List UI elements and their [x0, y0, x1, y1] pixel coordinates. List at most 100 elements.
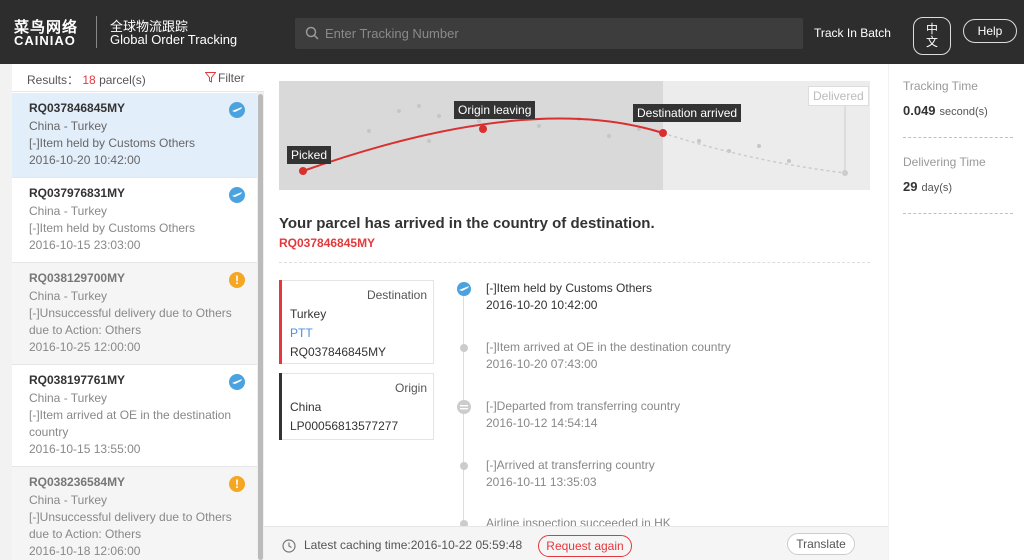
parcel-id: RQ038236584MY — [29, 475, 126, 489]
parcel-list-panel: Results： 18 parcel(s) Filter RQ037846845… — [12, 64, 264, 560]
timeline-dot — [460, 344, 468, 352]
plane-icon — [229, 102, 245, 118]
plane-icon — [229, 187, 245, 203]
destination-arrived-tag: Destination arrived — [633, 104, 742, 122]
status-headline: Your parcel has arrived in the country o… — [279, 215, 655, 232]
parcel-route: China - Turkey — [29, 289, 108, 303]
timeline-event: [-]Departed from transferring country 20… — [486, 398, 680, 432]
tracking-time-value: 0.049 second(s) — [903, 103, 988, 118]
language-button[interactable]: 中 文 — [913, 17, 951, 55]
destination-arrived-marker — [659, 129, 667, 137]
cache-time: Latest caching time:2016-10-22 05:59:48 — [304, 538, 523, 552]
timeline-dot — [460, 462, 468, 470]
route-path — [299, 104, 848, 176]
origin-bar — [279, 373, 282, 440]
parcel-status: [-]Item arrived at OE in the destination — [29, 408, 232, 422]
tracking-time-number: 0.049 — [903, 103, 936, 118]
help-button[interactable]: Help — [963, 19, 1017, 43]
divider — [279, 262, 870, 263]
filter-label: Filter — [218, 71, 245, 85]
destination-carrier-link[interactable]: PTT — [280, 324, 433, 343]
parcel-item[interactable]: RQ038129700MY China - Turkey [-]Unsucces… — [12, 263, 257, 365]
results-unit: parcel(s) — [99, 73, 146, 87]
parcel-time: 2016-10-25 12:00:00 — [29, 340, 141, 354]
destination-label: Destination — [366, 288, 427, 302]
parcel-time: 2016-10-18 12:06:00 — [29, 544, 141, 558]
parcel-status-cont: country — [29, 425, 69, 439]
delivered-tag: Delivered — [808, 86, 869, 106]
transfer-icon — [457, 400, 471, 414]
top-bar: 菜鸟网络 CAINIAO 全球物流跟踪 Global Order Trackin… — [0, 0, 1024, 64]
event-text: [-]Item held by Customs Others — [486, 281, 653, 295]
origin-leaving-tag: Origin leaving — [454, 101, 536, 119]
filter-button[interactable]: Filter — [204, 71, 245, 85]
event-time: 2016-10-11 13:35:03 — [486, 475, 597, 489]
parcel-item[interactable]: RQ037846845MY China - Turkey [-]Item hel… — [12, 93, 257, 178]
destination-bar — [279, 280, 282, 364]
delivering-time-number: 29 — [903, 179, 918, 194]
parcel-route: China - Turkey — [29, 119, 108, 133]
parcel-route: China - Turkey — [29, 391, 108, 405]
timeline-event: [-]Item held by Customs Others 2016-10-2… — [486, 280, 652, 314]
parcel-status: [-]Unsuccessful delivery due to Others — [29, 306, 232, 320]
stats-panel: Tracking Time 0.049 second(s) Delivering … — [889, 64, 1024, 560]
parcel-route: China - Turkey — [29, 493, 108, 507]
destination-number: RQ037846845MY — [290, 345, 387, 359]
timeline-event: [-]Item arrived at OE in the destination… — [486, 339, 731, 373]
tracking-number-input[interactable] — [325, 18, 795, 49]
language-label-2: 文 — [925, 35, 938, 49]
search-icon — [305, 26, 319, 40]
destination-card: Destination Turkey PTT RQ037846845MY — [279, 280, 434, 364]
tracking-detail-panel: Picked Origin leaving Destination arrive… — [264, 64, 888, 560]
parcel-list-scrollbar[interactable] — [257, 92, 264, 560]
origin-card: Origin China LP00056813577277 — [279, 373, 434, 440]
tracking-id: RQ037846845MY — [279, 236, 376, 250]
parcel-id: RQ037976831MY — [29, 186, 126, 200]
parcel-id: RQ037846845MY — [29, 101, 126, 115]
tracking-time-label: Tracking Time — [903, 79, 978, 93]
parcel-id: RQ038197761MY — [29, 373, 126, 387]
clock-icon — [282, 539, 296, 553]
request-again-button[interactable]: Request again — [538, 535, 632, 557]
logo-english[interactable]: CAINIAO — [14, 33, 76, 48]
parcel-item[interactable]: RQ037976831MY China - Turkey [-]Item hel… — [12, 178, 257, 263]
tracking-time-unit: second(s) — [939, 106, 988, 118]
event-text: [-]Arrived at transferring country — [486, 458, 655, 472]
parcel-id: RQ038129700MY — [29, 271, 126, 285]
delivered-marker — [842, 170, 848, 176]
timeline-line — [463, 286, 464, 556]
parcel-status: [-]Item held by Customs Others — [29, 136, 196, 150]
scrollbar-thumb[interactable] — [258, 94, 263, 560]
parcel-status-cont: due to Action: Others — [29, 323, 142, 337]
results-count: 18 — [82, 73, 96, 87]
logo-divider — [96, 16, 97, 48]
track-in-batch-link[interactable]: Track In Batch — [814, 26, 891, 40]
origin-country: China — [290, 400, 322, 414]
parcel-status-cont: due to Action: Others — [29, 527, 142, 541]
plane-icon — [457, 282, 471, 296]
origin-leaving-marker — [479, 125, 487, 133]
event-time: 2016-10-20 10:42:00 — [486, 298, 598, 312]
filter-icon — [204, 72, 217, 83]
plane-icon — [229, 374, 245, 390]
parcel-time: 2016-10-15 23:03:00 — [29, 238, 141, 252]
results-label: Results： — [27, 73, 80, 87]
event-text: [-]Departed from transferring country — [486, 399, 681, 413]
parcel-time: 2016-10-15 13:55:00 — [29, 442, 141, 456]
cache-bar: Latest caching time:2016-10-22 05:59:48 … — [264, 526, 888, 560]
event-time: 2016-10-20 07:43:00 — [486, 357, 598, 371]
parcel-status: [-]Item held by Customs Others — [29, 221, 196, 235]
picked-tag: Picked — [287, 146, 332, 164]
parcel-status: [-]Unsuccessful delivery due to Others — [29, 510, 232, 524]
translate-button[interactable]: Translate — [787, 533, 855, 555]
warning-icon: ! — [229, 476, 245, 492]
parcel-item[interactable]: RQ038197761MY China - Turkey [-]Item arr… — [12, 365, 257, 467]
parcel-time: 2016-10-20 10:42:00 — [29, 153, 141, 167]
subtitle-english: Global Order Tracking — [110, 32, 238, 47]
stats-divider — [903, 213, 1013, 214]
delivering-time-unit: day(s) — [921, 182, 953, 194]
event-time: 2016-10-12 14:54:14 — [486, 416, 598, 430]
parcel-item[interactable]: RQ038236584MY China - Turkey [-]Unsucces… — [12, 467, 257, 560]
search-box — [295, 18, 803, 49]
origin-number: LP00056813577277 — [290, 419, 399, 433]
